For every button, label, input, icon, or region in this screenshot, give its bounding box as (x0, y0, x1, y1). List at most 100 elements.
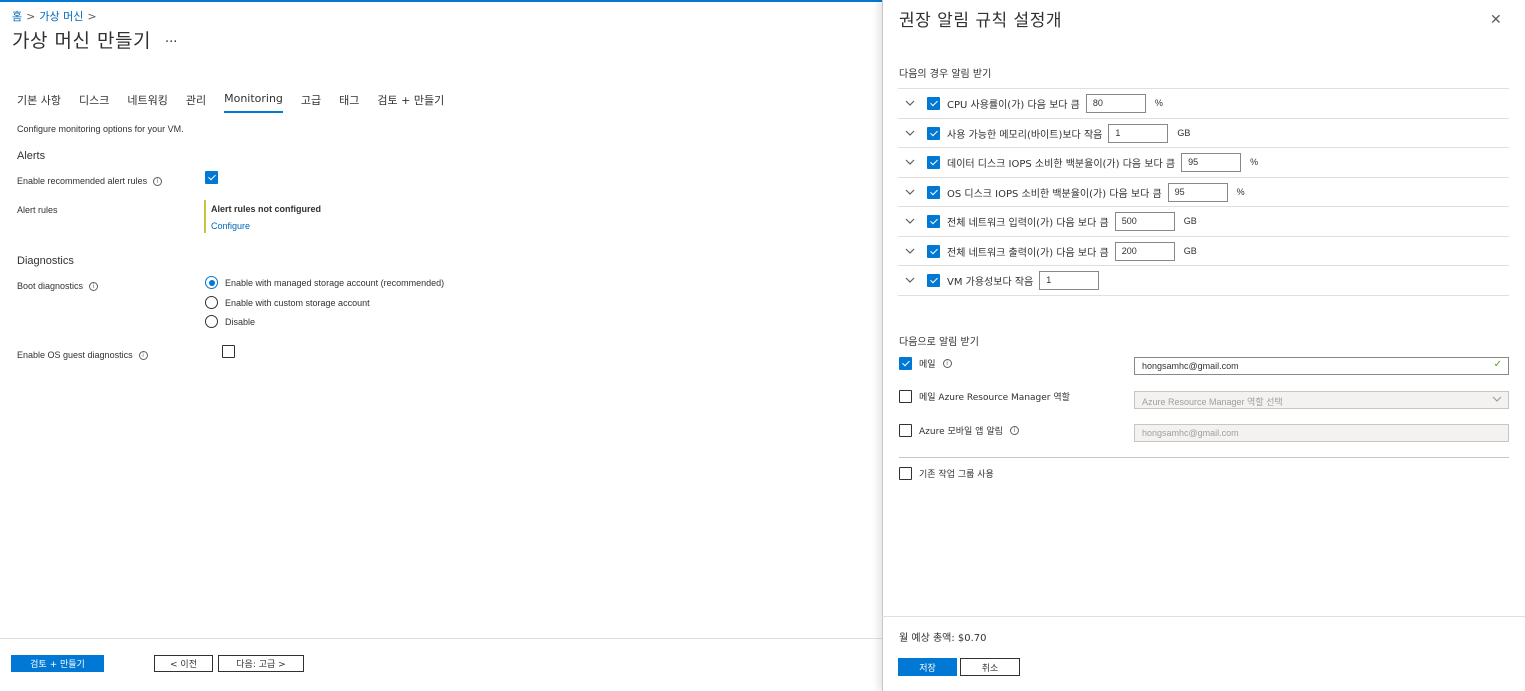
cancel-button[interactable]: 취소 (960, 658, 1020, 676)
rule-unit: % (1250, 157, 1259, 168)
rule-row-network-out: 전체 네트워크 출력이(가) 다음 보다 큼 200 GB (898, 236, 1509, 266)
os-guest-label: Enable OS guest diagnostics i (17, 350, 148, 360)
arm-role-checkbox[interactable] (899, 390, 912, 403)
alert-rules-label: Alert rules (17, 205, 58, 215)
tab-disks[interactable]: 디스크 (79, 92, 109, 113)
tab-management[interactable]: 관리 (186, 92, 206, 113)
rule-unit: GB (1183, 216, 1197, 227)
tab-monitoring[interactable]: Monitoring (224, 92, 283, 113)
boot-option-disable[interactable]: Disable (205, 315, 255, 328)
chevron-down-icon[interactable] (905, 248, 915, 255)
tab-basics[interactable]: 기본 사항 (17, 92, 61, 113)
configure-link[interactable]: Configure (211, 221, 250, 231)
boot-option-label: Enable with managed storage account (rec… (225, 277, 445, 288)
existing-group-option: 기존 작업 그룹 사용 (899, 467, 994, 480)
arm-role-select[interactable]: Azure Resource Manager 역할 선택 (1134, 391, 1509, 409)
rule-threshold-input[interactable]: 95 (1181, 152, 1242, 172)
radio-selected-icon[interactable] (205, 276, 218, 289)
rule-threshold-input[interactable]: 200 (1114, 241, 1175, 261)
info-icon[interactable]: i (942, 359, 952, 368)
rule-threshold-input[interactable]: 80 (1085, 93, 1146, 113)
next-button[interactable]: 다음: 고급 > (218, 655, 304, 672)
save-button[interactable]: 저장 (898, 658, 957, 676)
info-icon[interactable]: i (138, 350, 148, 360)
alerts-heading: Alerts (17, 150, 46, 162)
rule-label: VM 가용성보다 작음 (947, 276, 1034, 288)
rules-divider (898, 295, 1509, 296)
panel-footer-divider (882, 616, 1525, 617)
chevron-down-icon (1492, 393, 1502, 408)
panel-title: 권장 알림 규칙 설정개 (899, 11, 1062, 31)
rule-checkbox[interactable] (927, 185, 940, 199)
os-guest-text: Enable OS guest diagnostics (17, 350, 133, 360)
rule-unit: % (1154, 98, 1163, 109)
email-checkbox[interactable] (899, 357, 912, 370)
rule-checkbox[interactable] (927, 273, 940, 287)
boot-option-label: Enable with custom storage account (225, 297, 370, 308)
mobile-app-checkbox[interactable] (899, 424, 912, 437)
tab-tags[interactable]: 태그 (339, 92, 359, 113)
review-create-button[interactable]: 검토 + 만들기 (11, 655, 104, 672)
rule-unit: % (1236, 187, 1245, 198)
rule-threshold-input[interactable]: 1 (1108, 123, 1169, 143)
rule-row-network-in: 전체 네트워크 입력이(가) 다음 보다 큼 500 GB (898, 206, 1509, 236)
rule-label: 전체 네트워크 입력이(가) 다음 보다 큼 (947, 217, 1109, 229)
info-icon[interactable]: i (89, 281, 99, 291)
chevron-down-icon[interactable] (905, 277, 915, 284)
existing-group-checkbox[interactable] (899, 467, 912, 480)
arm-role-option: 메일 Azure Resource Manager 역할 (899, 390, 1070, 403)
breadcrumb-vm[interactable]: 가상 머신 (39, 8, 83, 24)
rule-checkbox[interactable] (927, 244, 940, 258)
notify-heading: 다음으로 알림 받기 (899, 337, 979, 348)
rule-checkbox[interactable] (927, 214, 940, 228)
tab-networking[interactable]: 네트워킹 (127, 92, 167, 113)
enable-recommended-checkbox[interactable] (205, 171, 218, 184)
arm-role-label: 메일 Azure Resource Manager 역할 (919, 393, 1070, 403)
info-icon[interactable]: i (1009, 426, 1019, 435)
mobile-app-label: Azure 모바일 앱 알림 (919, 427, 1003, 437)
breadcrumb: 홈 > 가상 머신 > (12, 8, 97, 24)
chevron-down-icon[interactable] (905, 130, 915, 137)
enable-recommended-text: Enable recommended alert rules (17, 176, 148, 186)
os-guest-checkbox[interactable] (221, 345, 235, 358)
chevron-down-icon[interactable] (905, 100, 915, 107)
radio-icon[interactable] (205, 315, 218, 328)
boot-option-managed[interactable]: Enable with managed storage account (rec… (205, 276, 444, 289)
rule-threshold-input[interactable]: 1 (1039, 270, 1100, 290)
previous-button[interactable]: < 이전 (154, 655, 213, 672)
rule-label: CPU 사용률이(가) 다음 보다 큼 (947, 99, 1080, 111)
breadcrumb-home[interactable]: 홈 (12, 8, 22, 24)
breadcrumb-separator: > (26, 9, 36, 23)
rule-threshold-input[interactable]: 95 (1167, 182, 1228, 202)
rule-checkbox[interactable] (927, 126, 940, 140)
info-icon[interactable]: i (153, 176, 163, 186)
check-icon: ✓ (1493, 359, 1502, 370)
rule-label: 사용 가능한 메모리(바이트)보다 작음 (947, 129, 1103, 141)
mobile-app-input[interactable]: hongsamhc@gmail.com (1134, 424, 1509, 442)
rule-checkbox[interactable] (927, 155, 940, 169)
rule-checkbox[interactable] (927, 96, 940, 110)
footer-divider (0, 638, 882, 639)
email-option: 메일 i (899, 357, 952, 370)
alert-when-heading: 다음의 경우 알림 받기 (899, 69, 992, 80)
email-label: 메일 (919, 360, 936, 370)
chevron-down-icon[interactable] (905, 218, 915, 225)
tab-review-create[interactable]: 검토 + 만들기 (377, 92, 444, 113)
email-input[interactable]: hongsamhc@gmail.com ✓ (1134, 357, 1509, 375)
rule-threshold-input[interactable]: 500 (1114, 211, 1175, 231)
chevron-down-icon[interactable] (905, 189, 915, 196)
chevron-down-icon[interactable] (905, 159, 915, 166)
rule-label: OS 디스크 IOPS 소비한 백분율이(가) 다음 보다 큼 (947, 188, 1162, 200)
close-icon[interactable]: ✕ (1490, 12, 1502, 28)
more-options-button[interactable]: ... (165, 31, 177, 46)
radio-icon[interactable] (205, 296, 218, 309)
alert-status-bar (204, 200, 206, 233)
boot-option-custom[interactable]: Enable with custom storage account (205, 296, 370, 309)
rule-row-data-disk-iops: 데이터 디스크 IOPS 소비한 백분율이(가) 다음 보다 큼 95 % (898, 147, 1509, 177)
email-value: hongsamhc@gmail.com (1142, 361, 1239, 371)
monthly-cost: 월 예상 총액: $0.70 (899, 633, 987, 644)
tab-advanced[interactable]: 고급 (301, 92, 321, 113)
mobile-app-value: hongsamhc@gmail.com (1142, 428, 1239, 438)
mobile-app-option: Azure 모바일 앱 알림 i (899, 424, 1019, 437)
rule-row-vm-availability: VM 가용성보다 작음 1 (898, 265, 1509, 295)
